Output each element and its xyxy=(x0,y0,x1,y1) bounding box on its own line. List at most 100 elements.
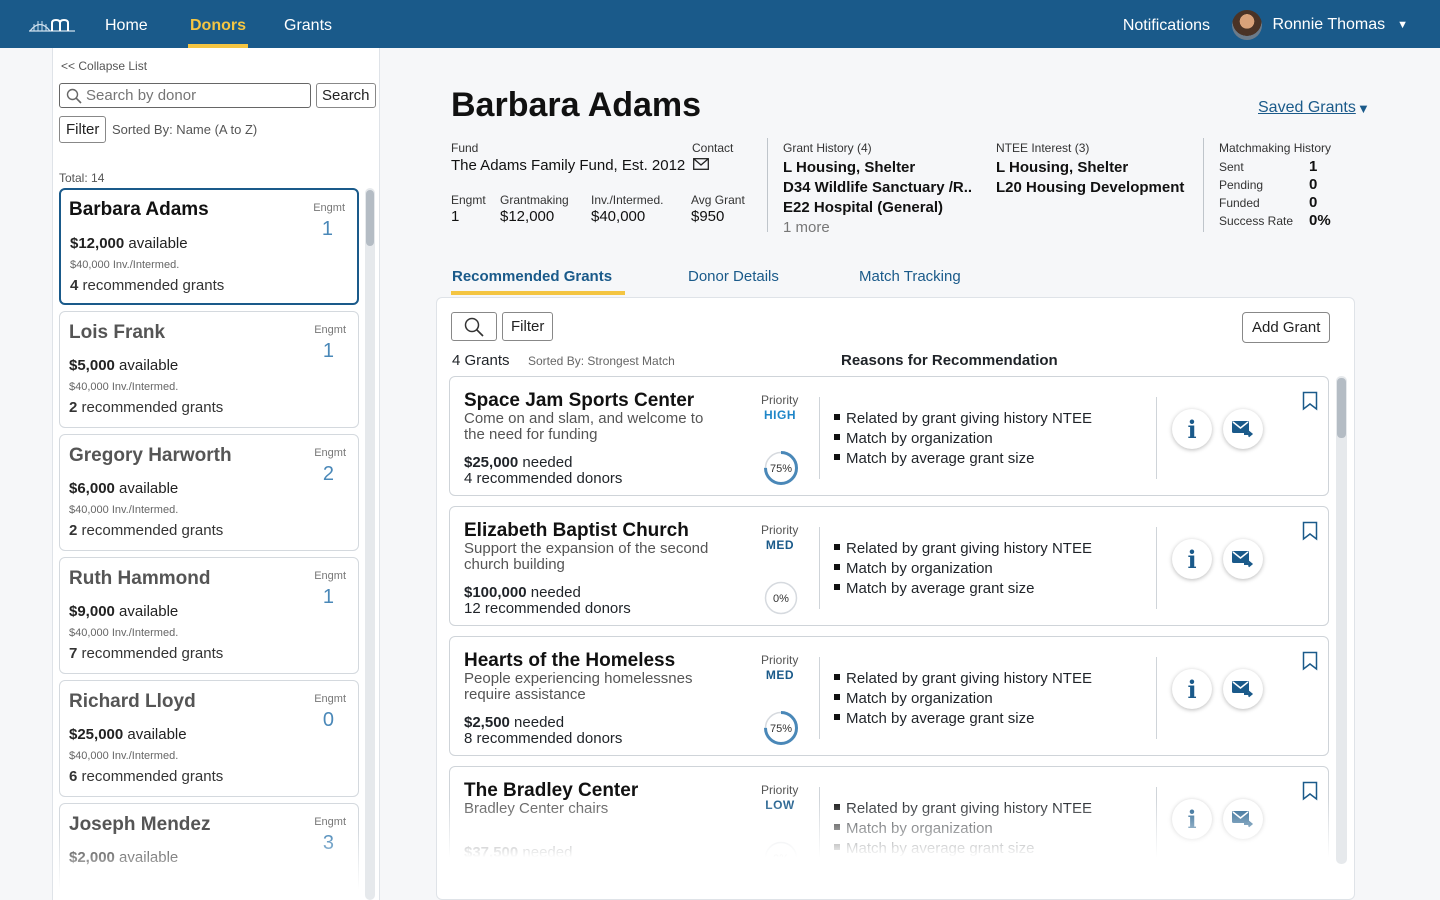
donor-name: Ruth Hammond xyxy=(69,568,211,589)
active-tab-indicator xyxy=(451,291,625,295)
match-funded-value: 0 xyxy=(1309,194,1318,211)
divider xyxy=(1203,138,1204,232)
filter-button[interactable]: Filter xyxy=(59,116,107,143)
send-grant-button[interactable] xyxy=(1223,539,1263,579)
priority-value: LOW xyxy=(765,798,795,812)
reason-item: Match by organization xyxy=(834,819,1092,839)
grant-list-scrollbar[interactable] xyxy=(1336,376,1347,864)
donor-search-box[interactable] xyxy=(59,83,311,108)
donor-card[interactable]: Barbara Adams Engmt 1 $12,000 available … xyxy=(59,188,359,305)
grant-needed: $2,500 needed xyxy=(464,714,565,731)
priority-value: HIGH xyxy=(764,408,796,422)
grant-description: Bradley Center chairs xyxy=(464,800,609,817)
grant-card[interactable]: Elizabeth Baptist Church Support the exp… xyxy=(449,506,1329,626)
donor-inv: $40,000 Inv./Intermed. xyxy=(69,627,179,639)
ntee-item: L20 Housing Development xyxy=(996,179,1185,196)
grant-name: The Bradley Center xyxy=(464,780,639,801)
donor-list-scrollbar[interactable] xyxy=(365,188,375,900)
grant-card[interactable]: Space Jam Sports Center Come on and slam… xyxy=(449,376,1329,496)
donor-name: Barbara Adams xyxy=(69,199,209,220)
inv-value: $40,000 xyxy=(591,208,646,225)
reason-item: Match by average grant size xyxy=(834,449,1092,469)
user-menu[interactable]: Ronnie Thomas ▼ xyxy=(1232,10,1408,40)
info-button[interactable]: i xyxy=(1172,409,1212,449)
grant-history-more[interactable]: 1 more xyxy=(783,219,830,236)
reason-item: Related by grant giving history NTEE xyxy=(834,669,1092,689)
reason-item: Related by grant giving history NTEE xyxy=(834,539,1092,559)
grant-card[interactable]: Hearts of the Homeless People experienci… xyxy=(449,636,1329,756)
add-grant-button[interactable]: Add Grant xyxy=(1242,312,1331,343)
reasons-list: Related by grant giving history NTEE Mat… xyxy=(834,409,1092,469)
reason-item: Match by organization xyxy=(834,689,1092,709)
bookmark-icon[interactable] xyxy=(1302,781,1318,801)
reasons-list: Related by grant giving history NTEE Mat… xyxy=(834,539,1092,599)
grantmaking-label: Grantmaking xyxy=(500,193,569,207)
grant-filter-button[interactable]: Filter xyxy=(502,312,554,341)
caret-down-icon[interactable]: ▼ xyxy=(1357,101,1370,116)
divider xyxy=(1156,397,1157,479)
match-percent: 0% xyxy=(773,593,789,605)
bookmark-icon[interactable] xyxy=(1302,391,1318,411)
engmt-value: 1 xyxy=(451,208,460,225)
donor-inv: $40,000 Inv./Intermed. xyxy=(69,504,179,516)
engmt-label: Engmt xyxy=(451,193,486,207)
donor-card[interactable]: Gregory Harworth Engmt 2 $6,000 availabl… xyxy=(59,434,359,551)
send-grant-button[interactable] xyxy=(1223,669,1263,709)
donor-card[interactable]: Ruth Hammond Engmt 1 $9,000 available $4… xyxy=(59,557,359,674)
bookmark-icon[interactable] xyxy=(1302,521,1318,541)
reason-item: Match by organization xyxy=(834,429,1092,449)
send-grant-button[interactable] xyxy=(1223,799,1263,839)
match-percent: 75% xyxy=(770,723,792,735)
donor-card[interactable]: Joseph Mendez Engmt 3 $2,000 available xyxy=(59,803,359,900)
collapse-list-link[interactable]: << Collapse List xyxy=(61,59,147,73)
tab-match-tracking[interactable]: Match Tracking xyxy=(859,268,961,285)
send-grant-button[interactable] xyxy=(1223,409,1263,449)
notifications-link[interactable]: Notifications xyxy=(1123,0,1210,52)
match-progress-ring: 75% xyxy=(764,451,798,485)
grant-list: Space Jam Sports Center Come on and slam… xyxy=(449,376,1329,864)
priority-value: MED xyxy=(765,538,795,552)
bookmark-icon[interactable] xyxy=(1302,651,1318,671)
grant-needed: $100,000 needed xyxy=(464,584,581,601)
tab-donor-details[interactable]: Donor Details xyxy=(688,268,779,285)
donor-name: Joseph Mendez xyxy=(69,814,211,835)
caret-down-icon: ▼ xyxy=(1397,19,1408,31)
priority-label: Priority xyxy=(761,393,799,407)
match-percent: 75% xyxy=(770,463,792,475)
donor-card[interactable]: Richard Lloyd Engmt 0 $25,000 available … xyxy=(59,680,359,797)
grant-description: Support the expansion of the second chur… xyxy=(464,540,709,573)
donor-card[interactable]: Lois Frank Engmt 1 $5,000 available $40,… xyxy=(59,311,359,428)
scrollbar-thumb[interactable] xyxy=(366,190,374,246)
donor-inv: $40,000 Inv./Intermed. xyxy=(69,381,179,393)
saved-grants-link[interactable]: Saved Grants xyxy=(1258,99,1356,117)
info-button[interactable]: i xyxy=(1172,669,1212,709)
reason-item: Related by grant giving history NTEE xyxy=(834,799,1092,819)
logo[interactable] xyxy=(28,14,76,34)
nav-donors[interactable]: Donors xyxy=(188,0,248,48)
grant-recommended-donors: 4 recommended donors xyxy=(464,470,623,487)
scrollbar-thumb[interactable] xyxy=(1337,378,1346,438)
donor-recommended: 2 recommended grants xyxy=(69,522,224,539)
fund-value: The Adams Family Fund, Est. 2012 xyxy=(451,157,686,174)
grants-sort-label[interactable]: Sorted By: Strongest Match xyxy=(528,354,675,368)
match-percent: 0% xyxy=(773,853,789,864)
tab-recommended-grants[interactable]: Recommended Grants xyxy=(452,268,612,285)
nav-home[interactable]: Home xyxy=(105,0,148,48)
grant-description: Come on and slam, and welcome to the nee… xyxy=(464,410,704,443)
sort-label[interactable]: Sorted By: Name (A to Z) xyxy=(112,122,257,137)
search-button[interactable]: Search xyxy=(316,83,376,108)
ntee-item: L Housing, Shelter xyxy=(996,159,1129,176)
ntee-label: NTEE Interest (3) xyxy=(996,141,1090,155)
donor-search-input[interactable] xyxy=(86,87,306,104)
avg-grant-label: Avg Grant xyxy=(691,193,745,207)
grant-card[interactable]: The Bradley Center Bradley Center chairs… xyxy=(449,766,1329,864)
info-button[interactable]: i xyxy=(1172,799,1212,839)
mail-forward-icon xyxy=(1232,811,1254,828)
nav-grants[interactable]: Grants xyxy=(284,0,332,48)
info-button[interactable]: i xyxy=(1172,539,1212,579)
grant-name: Elizabeth Baptist Church xyxy=(464,520,689,541)
grant-search-button[interactable] xyxy=(451,312,497,341)
match-success-value: 0% xyxy=(1309,212,1331,229)
search-icon xyxy=(66,88,82,104)
mail-icon[interactable] xyxy=(693,158,709,170)
